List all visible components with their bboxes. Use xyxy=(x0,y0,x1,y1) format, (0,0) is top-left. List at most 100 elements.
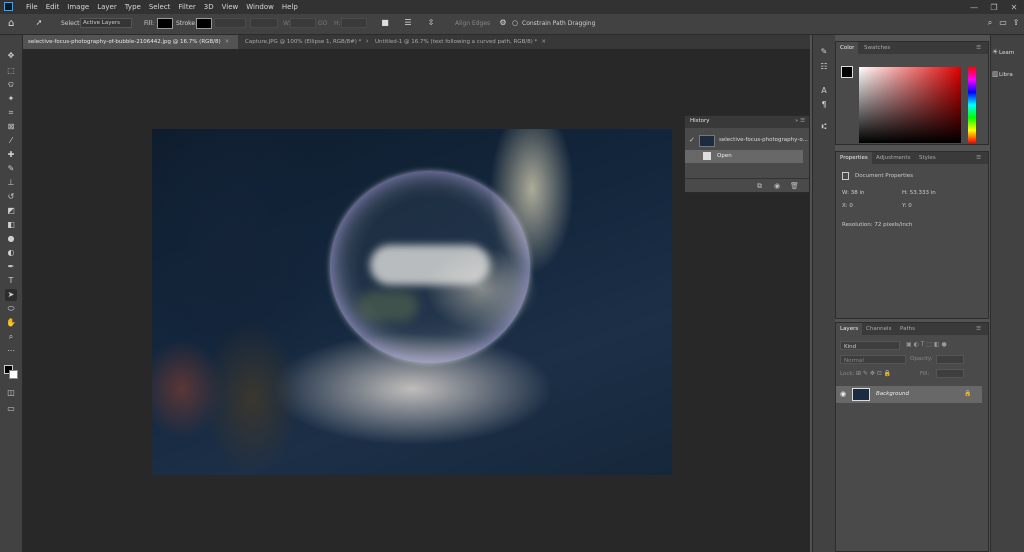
share-icon[interactable]: ⇪ xyxy=(1011,18,1021,28)
frame-tool-icon[interactable]: ⊠ xyxy=(5,121,17,133)
panel-menu-icon[interactable]: ☰ xyxy=(972,42,985,54)
constrain-checkbox[interactable]: ○ xyxy=(510,18,520,28)
glyphs-icon[interactable]: ⑆ xyxy=(818,121,830,133)
pen-tool-icon[interactable]: ✒ xyxy=(5,261,17,273)
layer-row-background[interactable]: ◉ Background 🔒 xyxy=(836,386,982,403)
eraser-tool-icon[interactable]: ◩ xyxy=(5,205,17,217)
history-brush-source-icon[interactable]: ✓ xyxy=(689,136,695,144)
close-tab-icon[interactable]: ✕ xyxy=(225,39,230,45)
tab-paths[interactable]: Paths xyxy=(896,323,919,335)
hue-slider[interactable] xyxy=(968,67,976,143)
align-edges-label[interactable]: Align Edges xyxy=(455,20,490,27)
libraries-label[interactable]: Libra xyxy=(999,72,1013,78)
move-tool-icon[interactable]: ✥ xyxy=(5,50,17,62)
y-value[interactable]: Y: 0 xyxy=(902,203,912,209)
panel-foreground-swatch[interactable] xyxy=(841,66,853,78)
path-alignment-icon[interactable]: ☰ xyxy=(403,18,413,28)
search-icon[interactable]: ⌕ xyxy=(985,18,995,28)
menu-file[interactable]: File xyxy=(26,3,38,11)
layer-name[interactable]: Background xyxy=(876,391,909,397)
tab-bubble-jpg[interactable]: selective-focus-photography-of-bubble-21… xyxy=(23,35,238,49)
panel-menu-icon[interactable]: » ☰ xyxy=(795,118,805,124)
tab-capture-jpg[interactable]: Capture.JPG @ 100% (Ellipse 1, RGB/8#) *… xyxy=(240,35,368,49)
zoom-tool-icon[interactable]: ⌕ xyxy=(5,331,17,343)
history-snapshot[interactable]: ✓ selective-focus-photography-o... xyxy=(685,133,809,149)
workspace-icon[interactable]: ▭ xyxy=(998,18,1008,28)
tab-color[interactable]: Color xyxy=(836,42,859,54)
menu-filter[interactable]: Filter xyxy=(178,3,195,11)
path-select-tool-icon[interactable]: ➚ xyxy=(34,18,44,28)
select-dropdown[interactable]: Active Layers xyxy=(80,18,132,28)
type-tool-icon[interactable]: T xyxy=(5,275,17,287)
eye-icon[interactable]: ◉ xyxy=(840,390,846,398)
width-field[interactable] xyxy=(290,18,316,28)
tab-swatches[interactable]: Swatches xyxy=(860,42,894,54)
fill-swatch[interactable] xyxy=(157,18,173,29)
menu-window[interactable]: Window xyxy=(246,3,274,11)
path-selection-tool-icon[interactable]: ➤ xyxy=(5,289,17,301)
tab-styles[interactable]: Styles xyxy=(915,152,940,164)
layer-filter-kind[interactable]: Kind xyxy=(840,341,900,350)
path-arrangement-icon[interactable]: ⇳ xyxy=(426,18,436,28)
hand-tool-icon[interactable]: ✋ xyxy=(5,317,17,329)
clone-stamp-tool-icon[interactable]: ⊥ xyxy=(5,177,17,189)
home-icon[interactable]: ⌂ xyxy=(8,18,20,29)
history-step-open[interactable]: Open xyxy=(685,150,803,163)
lightbulb-icon[interactable]: ☀ xyxy=(992,48,998,56)
marquee-tool-icon[interactable]: ⬚ xyxy=(5,65,17,77)
dodge-tool-icon[interactable]: ◐ xyxy=(5,247,17,259)
tab-properties[interactable]: Properties xyxy=(836,152,872,164)
new-document-from-state-icon[interactable]: ⧉ xyxy=(757,182,762,191)
healing-brush-tool-icon[interactable]: ✚ xyxy=(5,149,17,161)
tab-adjustments[interactable]: Adjustments xyxy=(872,152,914,164)
screen-mode-icon[interactable]: ▭ xyxy=(5,403,17,415)
maximize-button[interactable]: ❐ xyxy=(984,3,1004,12)
minimize-button[interactable]: — xyxy=(964,3,984,12)
fill-field[interactable] xyxy=(936,369,964,378)
width-value[interactable]: W: 38 in xyxy=(842,190,864,196)
crop-tool-icon[interactable]: ⌗ xyxy=(5,107,17,119)
tab-untitled-1[interactable]: Untitled-1 @ 16.7% (text following a cur… xyxy=(370,35,570,49)
tab-layers[interactable]: Layers xyxy=(836,323,863,335)
layer-filter-icons[interactable]: ▣ ◐ T ⬚ ◧ ● xyxy=(906,341,947,348)
learn-label[interactable]: Learn xyxy=(999,50,1014,56)
paragraph-icon[interactable]: ¶ xyxy=(818,99,830,111)
panel-menu-icon[interactable]: ☰ xyxy=(972,152,985,164)
menu-image[interactable]: Image xyxy=(67,3,89,11)
stroke-type-dropdown[interactable] xyxy=(250,18,278,28)
brush-tool-icon[interactable]: ✎ xyxy=(5,163,17,175)
tab-channels[interactable]: Channels xyxy=(862,323,895,335)
stroke-width-field[interactable] xyxy=(214,18,246,28)
x-value[interactable]: X: 0 xyxy=(842,203,853,209)
magic-wand-tool-icon[interactable]: ✦ xyxy=(5,93,17,105)
menu-edit[interactable]: Edit xyxy=(46,3,60,11)
height-field[interactable] xyxy=(341,18,367,28)
background-color-swatch[interactable] xyxy=(9,370,18,379)
menu-view[interactable]: View xyxy=(222,3,239,11)
lock-icons[interactable]: ⊞ ✎ ✥ ⊡ 🔒 xyxy=(856,370,891,377)
shape-tool-icon[interactable]: ⬭ xyxy=(5,303,17,315)
bubble-photo-canvas[interactable] xyxy=(152,129,672,475)
menu-layer[interactable]: Layer xyxy=(97,3,117,11)
stroke-swatch[interactable] xyxy=(196,18,212,29)
more-tools-icon[interactable]: ⋯ xyxy=(5,345,17,357)
menu-type[interactable]: Type xyxy=(125,3,141,11)
blend-mode-dropdown[interactable]: Normal xyxy=(840,355,906,364)
libraries-icon[interactable]: ▥ xyxy=(992,70,999,78)
lasso-tool-icon[interactable]: ଡ xyxy=(5,79,17,91)
gear-icon[interactable]: ⚙ xyxy=(498,18,508,28)
camera-icon[interactable]: ◉ xyxy=(774,182,780,190)
gradient-tool-icon[interactable]: ◧ xyxy=(5,219,17,231)
adjustments-icon[interactable]: ☷ xyxy=(818,61,830,73)
quick-mask-icon[interactable]: ◫ xyxy=(5,387,17,399)
menu-help[interactable]: Help xyxy=(282,3,298,11)
menu-3d[interactable]: 3D xyxy=(204,3,214,11)
brush-settings-icon[interactable]: ✎ xyxy=(818,46,830,58)
color-field[interactable] xyxy=(859,67,961,143)
close-tab-icon[interactable]: ✕ xyxy=(365,39,368,45)
history-brush-tool-icon[interactable]: ↺ xyxy=(5,191,17,203)
close-button[interactable]: ✕ xyxy=(1004,3,1024,12)
menu-select[interactable]: Select xyxy=(149,3,171,11)
path-operations-icon[interactable]: ■ xyxy=(380,18,390,28)
panel-menu-icon[interactable]: ☰ xyxy=(972,323,985,335)
